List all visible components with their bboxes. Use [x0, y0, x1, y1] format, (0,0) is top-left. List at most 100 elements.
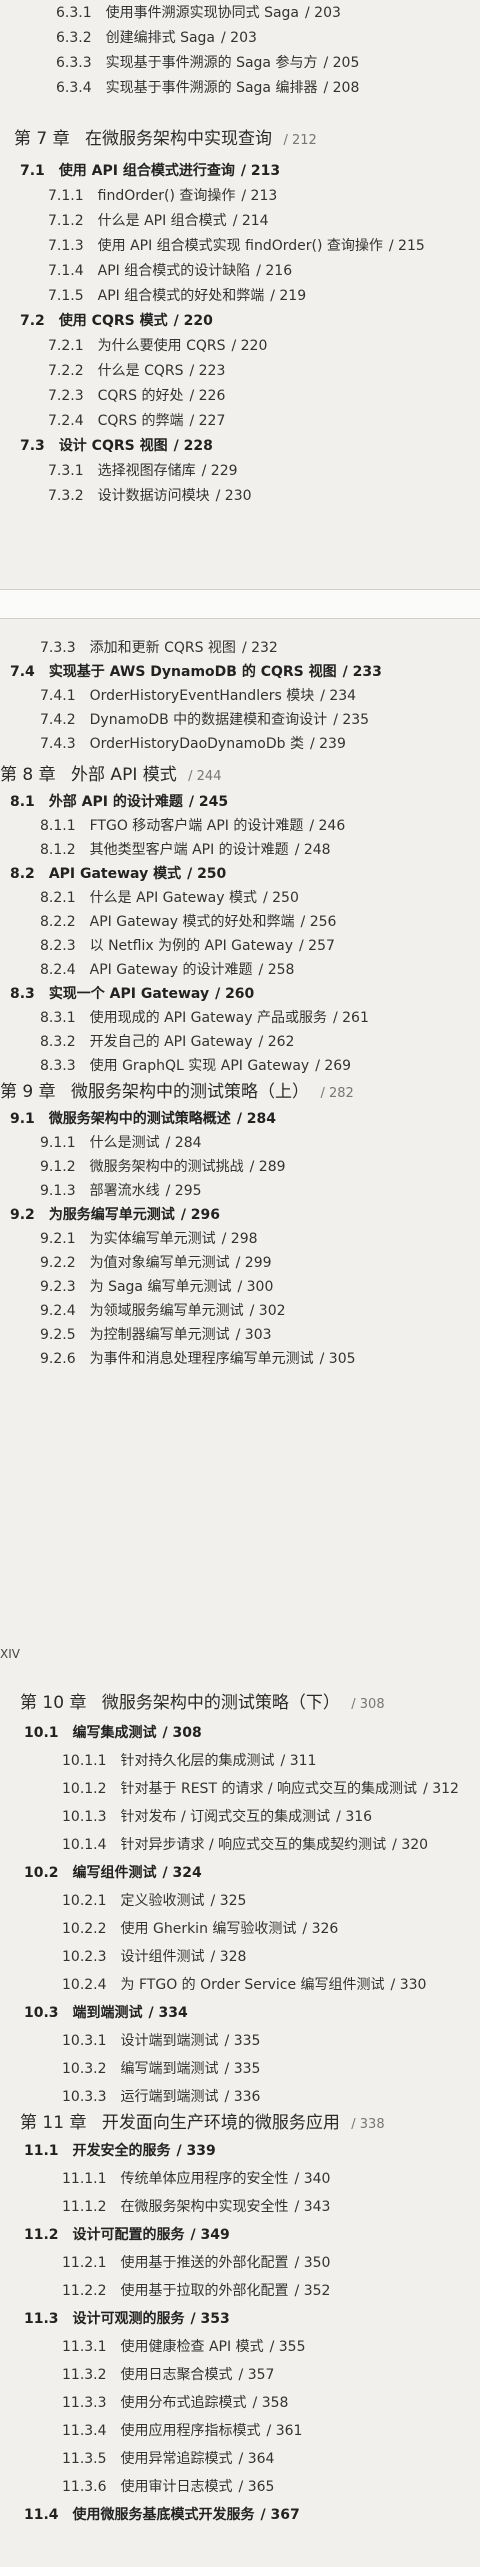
toc-subsection-entry[interactable]: 6.3.3 实现基于事件溯源的 Saga 参与方 / 205 [56, 54, 359, 72]
entry-title: 实现一个 API Gateway [48, 986, 210, 1002]
toc-subsection-entry[interactable]: 8.2.2 API Gateway 模式的好处和弊端 / 256 [40, 913, 336, 931]
toc-subsection-entry[interactable]: 10.2.4 为 FTGO 的 Order Service 编写组件测试 / 330 [62, 1976, 426, 1994]
toc-section-entry[interactable]: 9.1 微服务架构中的测试策略概述 / 284 [10, 1110, 276, 1128]
entry-title: 编写端到端测试 [120, 2061, 219, 2077]
entry-page: / 261 [332, 1010, 369, 1026]
toc-section-entry[interactable]: 7.4 实现基于 AWS DynamoDB 的 CQRS 视图 / 233 [10, 663, 382, 681]
toc-subsection-entry[interactable]: 9.2.2 为值对象编写单元测试 / 299 [40, 1254, 272, 1272]
toc-section-entry[interactable]: 10.2 编写组件测试 / 324 [24, 1864, 202, 1882]
toc-subsection-entry[interactable]: 6.3.1 使用事件溯源实现协同式 Saga / 203 [56, 4, 341, 22]
toc-subsection-entry[interactable]: 7.3.2 设计数据访问模块 / 230 [48, 487, 252, 505]
toc-subsection-entry[interactable]: 7.1.2 什么是 API 组合模式 / 214 [48, 212, 269, 230]
chapter-7-heading[interactable]: 第 7 章 在微服务架构中实现查询 / 212 [14, 128, 317, 152]
toc-subsection-entry[interactable]: 7.1.3 使用 API 组合模式实现 findOrder() 查询操作 / 215 [48, 237, 425, 255]
toc-subsection-entry[interactable]: 9.2.1 为实体编写单元测试 / 298 [40, 1230, 258, 1248]
toc-subsection-entry[interactable]: 8.2.4 API Gateway 的设计难题 / 258 [40, 961, 294, 979]
toc-subsection-entry[interactable]: 8.1.1 FTGO 移动客户端 API 的设计难题 / 246 [40, 817, 345, 835]
entry-page: / 228 [173, 438, 213, 454]
chapter-label: 第 8 章 [0, 765, 56, 785]
toc-subsection-entry[interactable]: 7.1.1 findOrder() 查询操作 / 213 [48, 187, 277, 205]
chapter-8-heading[interactable]: 第 8 章 外部 API 模式 / 244 [0, 764, 221, 788]
entry-number: 6.3.1 [56, 5, 92, 21]
toc-subsection-entry[interactable]: 7.1.4 API 组合模式的设计缺陷 / 216 [48, 262, 292, 280]
entry-number: 10.1.4 [62, 1837, 107, 1853]
toc-subsection-entry[interactable]: 10.3.2 编写端到端测试 / 335 [62, 2060, 260, 2078]
toc-subsection-entry[interactable]: 11.3.2 使用日志聚合模式 / 357 [62, 2366, 274, 2384]
toc-subsection-entry[interactable]: 11.3.5 使用异常追踪模式 / 364 [62, 2450, 274, 2468]
toc-subsection-entry[interactable]: 8.1.2 其他类型客户端 API 的设计难题 / 248 [40, 841, 331, 859]
toc-subsection-entry[interactable]: 11.2.2 使用基于拉取的外部化配置 / 352 [62, 2282, 330, 2300]
entry-number: 11.1.2 [62, 2199, 107, 2215]
entry-title: 设计组件测试 [120, 1949, 205, 1965]
toc-section-entry[interactable]: 7.1 使用 API 组合模式进行查询 / 213 [20, 162, 280, 180]
toc-subsection-entry[interactable]: 9.1.3 部署流水线 / 295 [40, 1182, 202, 1200]
toc-section-entry[interactable]: 8.2 API Gateway 模式 / 250 [10, 865, 226, 883]
toc-subsection-entry[interactable]: 11.3.1 使用健康检查 API 模式 / 355 [62, 2338, 305, 2356]
toc-subsection-entry[interactable]: 7.3.3 添加和更新 CQRS 视图 / 232 [40, 639, 278, 657]
chapter-11-heading[interactable]: 第 11 章 开发面向生产环境的微服务应用 / 338 [20, 2112, 385, 2136]
toc-subsection-entry[interactable]: 11.3.6 使用审计日志模式 / 365 [62, 2478, 274, 2496]
toc-subsection-entry[interactable]: 6.3.2 创建编排式 Saga / 203 [56, 29, 257, 47]
toc-subsection-entry[interactable]: 7.2.2 什么是 CQRS / 223 [48, 362, 225, 380]
toc-subsection-entry[interactable]: 7.1.5 API 组合模式的好处和弊端 / 219 [48, 287, 306, 305]
entry-page: / 367 [260, 2507, 300, 2523]
toc-subsection-entry[interactable]: 10.2.2 使用 Gherkin 编写验收测试 / 326 [62, 1920, 338, 1938]
toc-section-entry[interactable]: 11.2 设计可配置的服务 / 349 [24, 2226, 230, 2244]
chapter-title: 在微服务架构中实现查询 [85, 129, 273, 149]
toc-section-entry[interactable]: 9.2 为服务编写单元测试 / 296 [10, 1206, 220, 1224]
toc-subsection-entry[interactable]: 10.1.2 针对基于 REST 的请求 / 响应式交互的集成测试 / 312 [62, 1780, 459, 1798]
toc-subsection-entry[interactable]: 6.3.4 实现基于事件溯源的 Saga 编排器 / 208 [56, 79, 359, 97]
toc-subsection-entry[interactable]: 8.3.3 使用 GraphQL 实现 API Gateway / 269 [40, 1057, 351, 1075]
toc-section-entry[interactable]: 11.4 使用微服务基底模式开发服务 / 367 [24, 2506, 300, 2524]
toc-section-entry[interactable]: 10.1 编写集成测试 / 308 [24, 1724, 202, 1742]
toc-subsection-entry[interactable]: 9.1.2 微服务架构中的测试挑战 / 289 [40, 1158, 286, 1176]
toc-subsection-entry[interactable]: 7.4.2 DynamoDB 中的数据建模和查询设计 / 235 [40, 711, 369, 729]
toc-subsection-entry[interactable]: 10.3.1 设计端到端测试 / 335 [62, 2032, 260, 2050]
toc-section-entry[interactable]: 8.1 外部 API 的设计难题 / 245 [10, 793, 228, 811]
toc-subsection-entry[interactable]: 10.2.1 定义验收测试 / 325 [62, 1892, 246, 1910]
toc-subsection-entry[interactable]: 11.3.3 使用分布式追踪模式 / 358 [62, 2394, 288, 2412]
toc-subsection-entry[interactable]: 7.4.3 OrderHistoryDaoDynamoDb 类 / 239 [40, 735, 346, 753]
entry-number: 10.2 [24, 1865, 59, 1881]
toc-subsection-entry[interactable]: 11.2.1 使用基于推送的外部化配置 / 350 [62, 2254, 330, 2272]
toc-subsection-entry[interactable]: 8.3.2 开发自己的 API Gateway / 262 [40, 1033, 294, 1051]
toc-subsection-entry[interactable]: 9.2.3 为 Saga 编写单元测试 / 300 [40, 1278, 273, 1296]
toc-subsection-entry[interactable]: 7.4.1 OrderHistoryEventHandlers 模块 / 234 [40, 687, 356, 705]
toc-section-entry[interactable]: 10.3 端到端测试 / 334 [24, 2004, 188, 2022]
toc-subsection-entry[interactable]: 11.1.1 传统单体应用程序的安全性 / 340 [62, 2170, 330, 2188]
toc-subsection-entry[interactable]: 11.1.2 在微服务架构中实现安全性 / 343 [62, 2198, 330, 2216]
entry-page: / 352 [294, 2283, 331, 2299]
toc-subsection-entry[interactable]: 10.3.3 运行端到端测试 / 336 [62, 2088, 260, 2106]
entry-number: 6.3.2 [56, 30, 92, 46]
entry-number: 9.2.4 [40, 1303, 76, 1319]
entry-title: 针对基于 REST 的请求 / 响应式交互的集成测试 [120, 1781, 418, 1797]
entry-number: 11.3.6 [62, 2479, 107, 2495]
toc-section-entry[interactable]: 11.3 设计可观测的服务 / 353 [24, 2310, 230, 2328]
toc-section-entry[interactable]: 8.3 实现一个 API Gateway / 260 [10, 985, 254, 1003]
toc-subsection-entry[interactable]: 10.1.3 针对发布 / 订阅式交互的集成测试 / 316 [62, 1808, 372, 1826]
toc-subsection-entry[interactable]: 11.3.4 使用应用程序指标模式 / 361 [62, 2422, 302, 2440]
entry-title: 为服务编写单元测试 [48, 1207, 175, 1223]
toc-subsection-entry[interactable]: 10.1.1 针对持久化层的集成测试 / 311 [62, 1752, 316, 1770]
toc-subsection-entry[interactable]: 7.3.1 选择视图存储库 / 229 [48, 462, 238, 480]
toc-subsection-entry[interactable]: 10.2.3 设计组件测试 / 328 [62, 1948, 246, 1966]
toc-subsection-entry[interactable]: 8.2.1 什么是 API Gateway 模式 / 250 [40, 889, 299, 907]
toc-section-entry[interactable]: 7.2 使用 CQRS 模式 / 220 [20, 312, 213, 330]
entry-number: 8.1.2 [40, 842, 76, 858]
toc-subsection-entry[interactable]: 9.1.1 什么是测试 / 284 [40, 1134, 202, 1152]
toc-subsection-entry[interactable]: 8.3.1 使用现成的 API Gateway 产品或服务 / 261 [40, 1009, 369, 1027]
chapter-9-heading[interactable]: 第 9 章 微服务架构中的测试策略（上） / 282 [0, 1081, 354, 1105]
toc-subsection-entry[interactable]: 7.2.3 CQRS 的好处 / 226 [48, 387, 225, 405]
toc-subsection-entry[interactable]: 9.2.5 为控制器编写单元测试 / 303 [40, 1326, 272, 1344]
entry-page: / 215 [388, 238, 425, 254]
toc-section-entry[interactable]: 11.1 开发安全的服务 / 339 [24, 2142, 216, 2160]
toc-subsection-entry[interactable]: 8.2.3 以 Netflix 为例的 API Gateway / 257 [40, 937, 335, 955]
toc-subsection-entry[interactable]: 7.2.1 为什么要使用 CQRS / 220 [48, 337, 267, 355]
chapter-10-heading[interactable]: 第 10 章 微服务架构中的测试策略（下） / 308 [20, 1692, 385, 1716]
toc-subsection-entry[interactable]: 9.2.4 为领域服务编写单元测试 / 302 [40, 1302, 286, 1320]
toc-subsection-entry[interactable]: 7.2.4 CQRS 的弊端 / 227 [48, 412, 225, 430]
toc-subsection-entry[interactable]: 9.2.6 为事件和消息处理程序编写单元测试 / 305 [40, 1350, 356, 1368]
toc-subsection-entry[interactable]: 10.1.4 针对异步请求 / 响应式交互的集成契约测试 / 320 [62, 1836, 428, 1854]
toc-section-entry[interactable]: 7.3 设计 CQRS 视图 / 228 [20, 437, 213, 455]
entry-page: / 296 [180, 1207, 221, 1223]
